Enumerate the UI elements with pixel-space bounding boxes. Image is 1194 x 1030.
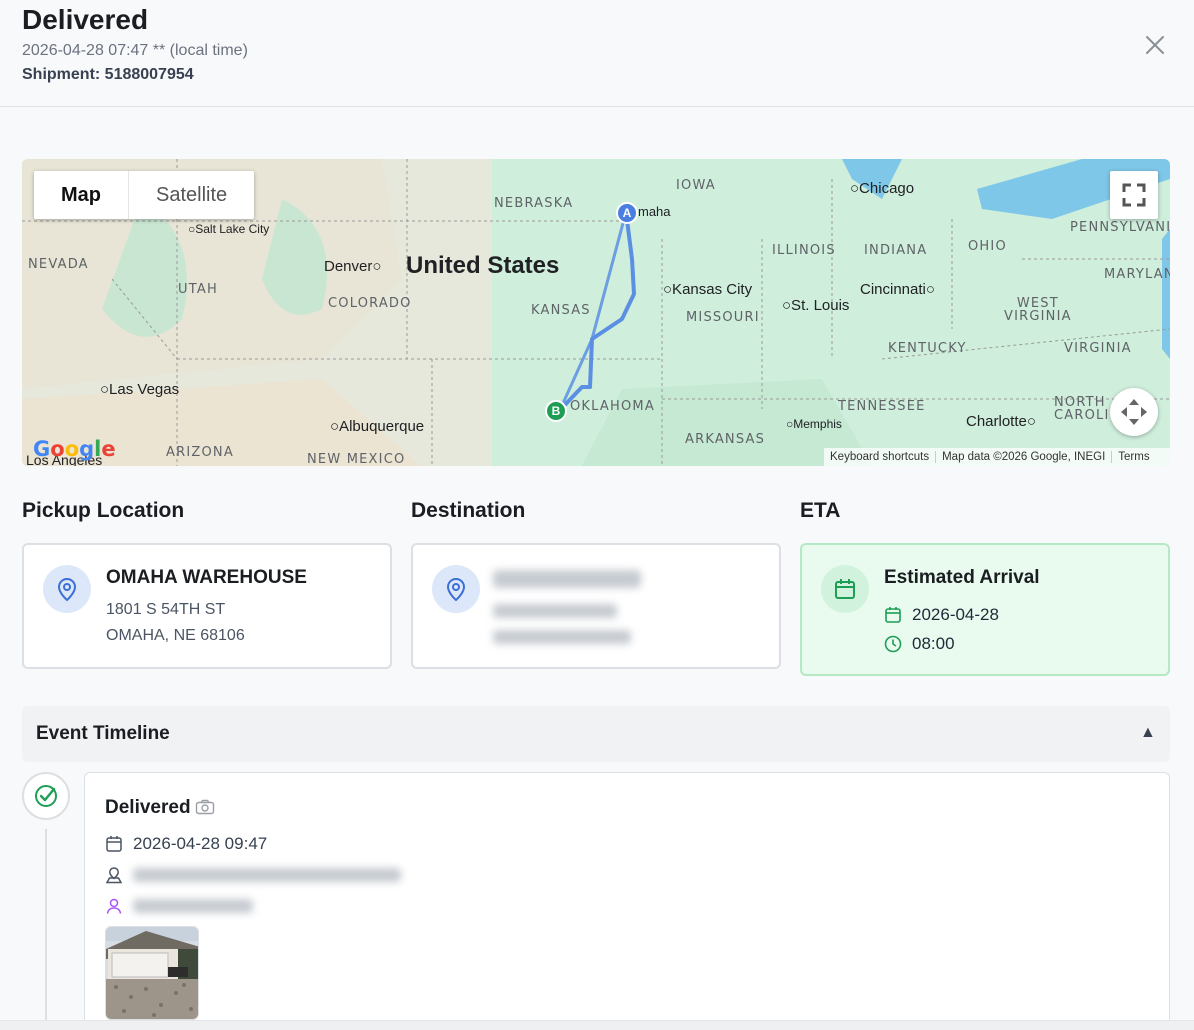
- map-pin-icon: [446, 577, 466, 602]
- collapse-chevron-icon[interactable]: ▲: [1140, 724, 1156, 742]
- map-type-map-button[interactable]: Map: [34, 171, 128, 219]
- eta-icon-circle: [821, 565, 869, 613]
- event-timeline-header[interactable]: Event Timeline ▲: [22, 706, 1170, 762]
- map-type-toggle: Map Satellite: [34, 171, 255, 219]
- close-button[interactable]: [1140, 30, 1170, 60]
- map-type-satellite-button[interactable]: Satellite: [129, 171, 254, 219]
- calendar-icon: [835, 579, 855, 599]
- destination-address-line1-redacted: [493, 604, 617, 618]
- calendar-icon: [106, 836, 122, 852]
- destination-icon-circle: [432, 565, 480, 613]
- status-timestamp: 2026-04-28 07:47 ** (local time): [22, 42, 248, 59]
- keyboard-shortcuts-link[interactable]: Keyboard shortcuts: [824, 451, 937, 463]
- delivery-photo-thumbnail[interactable]: [105, 926, 199, 1020]
- terms-link[interactable]: Terms: [1112, 451, 1155, 463]
- map-attribution: Map data ©2026 Google, INEGI: [936, 451, 1113, 463]
- timeline-connector: [45, 829, 47, 1020]
- timeline-status-marker: [22, 772, 70, 820]
- map-footer: Keyboard shortcuts Map data ©2026 Google…: [824, 448, 1170, 466]
- destination-address-line2-redacted: [493, 630, 631, 644]
- eta-date-row: 2026-04-28: [884, 605, 999, 625]
- pan-arrows-icon: [1121, 399, 1147, 425]
- user-icon: [106, 898, 122, 914]
- pickup-icon-circle: [43, 565, 91, 613]
- eta-heading: ETA: [800, 499, 841, 522]
- close-icon: [1146, 36, 1164, 54]
- event-datetime: 2026-04-28 09:47: [133, 834, 268, 853]
- pickup-name: OMAHA WAREHOUSE: [106, 567, 307, 588]
- eta-time: 08:00: [912, 634, 955, 653]
- status-title: Delivered: [22, 4, 149, 35]
- map-pin-icon: [57, 577, 77, 602]
- event-timeline-title: Event Timeline: [36, 723, 170, 744]
- destination-heading: Destination: [411, 499, 526, 522]
- pickup-address-line1: 1801 S 54TH ST: [106, 601, 226, 618]
- delivery-photo: [106, 927, 198, 1019]
- destination-name-redacted: [493, 570, 641, 588]
- eta-date: 2026-04-28: [912, 605, 999, 624]
- route-map[interactable]: NEBRASKA IOWA NEVADA UTAH COLORADO KANSA…: [22, 159, 1170, 466]
- google-logo: Google: [33, 437, 116, 461]
- bottom-edge: [0, 1020, 1194, 1030]
- destination-card: [411, 543, 781, 669]
- clock-icon: [884, 635, 902, 653]
- route-marker-a[interactable]: A: [616, 202, 638, 224]
- pickup-heading: Pickup Location: [22, 499, 185, 522]
- drawer-header: Delivered 2026-04-28 07:47 ** (local tim…: [0, 0, 1194, 107]
- event-recipient-redacted: [133, 899, 253, 913]
- map-pan-button[interactable]: [1110, 388, 1158, 436]
- check-circle-icon: [35, 785, 57, 807]
- fullscreen-icon: [1122, 183, 1146, 207]
- pickup-address-line2: OMAHA, NE 68106: [106, 627, 245, 644]
- eta-time-row: 08:00: [884, 634, 955, 654]
- event-location-redacted: [133, 868, 401, 882]
- pickup-card: OMAHA WAREHOUSE 1801 S 54TH ST OMAHA, NE…: [22, 543, 392, 669]
- timeline-event-card: Delivered 2026-04-28 09:47: [84, 772, 1170, 1030]
- camera-icon[interactable]: [195, 799, 215, 820]
- fullscreen-button[interactable]: [1110, 171, 1158, 219]
- location-person-icon: [105, 867, 123, 884]
- calendar-icon: [885, 607, 901, 623]
- eta-title: Estimated Arrival: [884, 567, 1040, 588]
- eta-card: Estimated Arrival 2026-04-28 08:00: [800, 543, 1170, 676]
- route-marker-b[interactable]: B: [545, 400, 567, 422]
- shipment-number: Shipment: 5188007954: [22, 66, 194, 83]
- event-status: Delivered: [105, 797, 191, 818]
